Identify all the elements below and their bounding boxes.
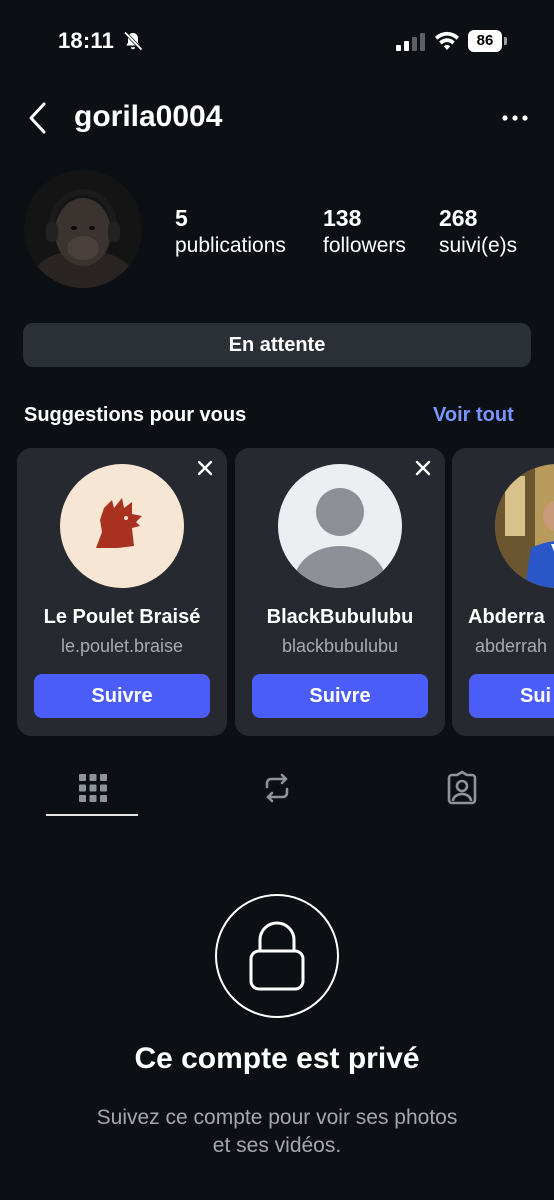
gorilla-avatar-image — [24, 170, 142, 288]
suggestion-card[interactable]: Le Poulet Braisé le.poulet.braise Suivre — [17, 448, 227, 736]
suggestion-handle: blackbubulubu — [281, 636, 399, 656]
signal-icon — [396, 33, 425, 51]
suggestion-card[interactable]: Abderra abderrah Sui — [452, 448, 554, 736]
suggestion-avatar[interactable] — [60, 464, 184, 588]
wifi-icon — [435, 31, 459, 50]
private-account-subtitle: Suivez ce compte pour voir ses photos et… — [96, 1106, 458, 1157]
close-icon[interactable] — [413, 458, 433, 478]
see-all-link[interactable]: Voir tout — [433, 404, 514, 427]
private-account-title: Ce compte est privé — [134, 1042, 420, 1075]
follow-button[interactable]: Suivre — [34, 674, 210, 718]
rooster-logo-icon — [60, 464, 184, 588]
status-time: 18:11 — [58, 28, 115, 53]
close-icon[interactable] — [195, 458, 215, 478]
active-tab-indicator — [46, 814, 138, 816]
suggestion-avatar[interactable] — [278, 464, 402, 588]
suggestion-name: Abderra — [468, 606, 545, 628]
default-avatar-icon — [278, 464, 402, 588]
follow-button[interactable]: Sui — [469, 674, 554, 718]
profile-avatar[interactable] — [24, 170, 142, 288]
stat-publications[interactable]: 5 publications — [175, 204, 286, 260]
person-photo-image — [495, 464, 554, 588]
pending-request-button[interactable]: En attente — [23, 323, 531, 367]
battery-level: 86 — [468, 30, 502, 52]
follow-button[interactable]: Suivre — [252, 674, 428, 718]
suggestion-handle: le.poulet.braise — [60, 636, 184, 656]
suggestion-name: Le Poulet Braisé — [43, 606, 201, 628]
stat-following[interactable]: 268 suivi(e)s — [439, 204, 517, 260]
repost-icon[interactable] — [259, 770, 295, 806]
suggestion-name: BlackBubulubu — [266, 606, 414, 628]
bell-slash-icon — [123, 31, 143, 51]
suggestion-avatar[interactable] — [495, 464, 554, 588]
stat-followers[interactable]: 138 followers — [323, 204, 406, 260]
profile-username: gorila0004 — [74, 100, 223, 133]
suggestion-handle: abderrah — [475, 636, 548, 656]
private-lock-badge — [215, 894, 339, 1018]
ellipsis-icon[interactable] — [500, 108, 530, 128]
lock-icon — [249, 921, 305, 991]
chevron-left-icon[interactable] — [26, 100, 52, 136]
tagged-icon[interactable] — [444, 770, 480, 806]
grid-icon[interactable] — [75, 770, 111, 806]
battery-icon: 86 — [468, 30, 508, 52]
suggestions-title: Suggestions pour vous — [24, 404, 247, 426]
suggestion-card[interactable]: BlackBubulubu blackbubulubu Suivre — [235, 448, 445, 736]
